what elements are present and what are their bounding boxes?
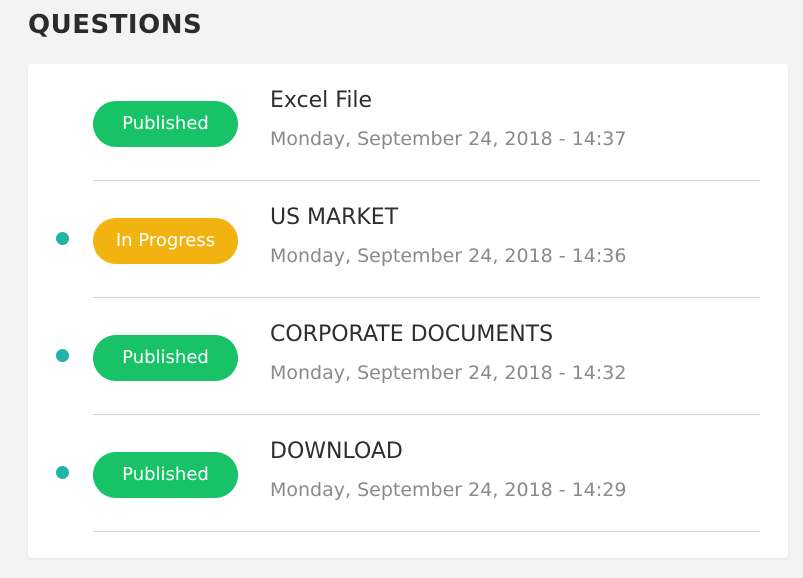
question-title[interactable]: US MARKET (270, 205, 398, 230)
status-badge: Published (93, 101, 238, 147)
question-row[interactable]: Published CORPORATE DOCUMENTS Monday, Se… (28, 298, 788, 416)
question-row[interactable]: Published Excel File Monday, September 2… (28, 64, 788, 182)
question-title[interactable]: CORPORATE DOCUMENTS (270, 322, 553, 347)
question-date: Monday, September 24, 2018 - 14:32 (270, 362, 627, 384)
question-date: Monday, September 24, 2018 - 14:29 (270, 479, 627, 501)
question-title[interactable]: Excel File (270, 88, 372, 113)
unread-dot-icon (56, 232, 69, 245)
unread-dot-icon (56, 466, 69, 479)
row-divider (93, 531, 760, 532)
status-badge: In Progress (93, 218, 238, 264)
status-badge: Published (93, 335, 238, 381)
question-row[interactable]: In Progress US MARKET Monday, September … (28, 181, 788, 299)
unread-dot-icon (56, 349, 69, 362)
question-date: Monday, September 24, 2018 - 14:36 (270, 245, 627, 267)
question-date: Monday, September 24, 2018 - 14:37 (270, 128, 627, 150)
status-badge: Published (93, 452, 238, 498)
section-title: QUESTIONS (28, 10, 203, 40)
question-title[interactable]: DOWNLOAD (270, 439, 403, 464)
questions-card: Published Excel File Monday, September 2… (28, 64, 788, 558)
question-row[interactable]: Published DOWNLOAD Monday, September 24,… (28, 415, 788, 533)
